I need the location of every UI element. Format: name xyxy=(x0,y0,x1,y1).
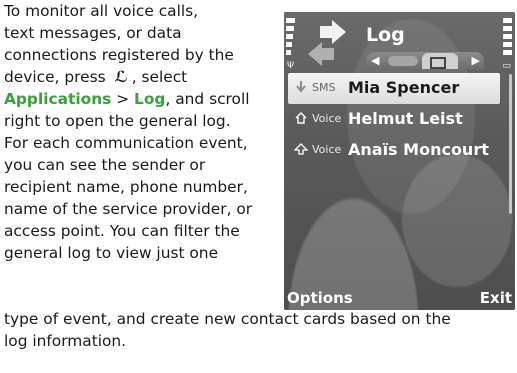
battery-glyph-icon: ▭ xyxy=(502,61,511,71)
manual-line-9: recipient name, phone number, xyxy=(4,178,248,196)
manual-line-1: To monitor all voice calls, xyxy=(4,2,199,20)
menu-key-icon: ℒ xyxy=(114,68,128,86)
softkey-bar: Options Exit xyxy=(284,286,515,310)
outgoing-call-icon xyxy=(294,143,308,155)
log-app-icon xyxy=(308,20,346,66)
path-separator: > xyxy=(111,90,135,108)
exit-softkey[interactable]: Exit xyxy=(480,289,512,307)
options-softkey[interactable]: Options xyxy=(287,289,353,307)
antenna-icon: Ψ xyxy=(287,61,295,71)
log-link: Log xyxy=(134,90,166,108)
manual-line-5-post: , and scroll xyxy=(165,90,250,108)
log-row-name: Mia Spencer xyxy=(348,78,460,97)
tab-right-arrow-icon[interactable]: ▶ xyxy=(472,54,480,67)
manual-line-13: type of event, and create new contact ca… xyxy=(4,310,451,328)
log-row-type: SMS xyxy=(312,81,336,94)
manual-line-7: For each communication event, xyxy=(4,134,248,152)
manual-line-5: Applications > Log, and scroll xyxy=(4,88,250,110)
manual-line-10: name of the service provider, or xyxy=(4,200,253,218)
incoming-call-icon xyxy=(295,112,307,124)
log-row[interactable]: Voice Anaïs Moncourt xyxy=(288,135,500,166)
log-row-type: Voice xyxy=(312,143,342,156)
phone-screen: Ψ ▭ Log ◀ ▶ SMS Mia Spencer Voice Helmut… xyxy=(284,12,515,310)
manual-line-2: text messages, or data xyxy=(4,24,182,42)
manual-line-11: access point. You can filter the xyxy=(4,222,240,240)
tab-recent-calls-icon[interactable] xyxy=(388,56,418,66)
manual-line-12: general log to view just one xyxy=(4,244,219,262)
log-row-name: Helmut Leist xyxy=(348,109,463,128)
manual-line-6: right to open the general log. xyxy=(4,112,231,130)
manual-line-4-post: , select xyxy=(131,68,188,86)
log-row-name: Anaïs Moncourt xyxy=(348,140,489,159)
log-row[interactable]: SMS Mia Spencer xyxy=(288,73,500,104)
log-row-type: Voice xyxy=(312,112,342,125)
log-row[interactable]: Voice Helmut Leist xyxy=(288,104,500,135)
manual-line-14: log information. xyxy=(4,332,127,350)
signal-strength-icon xyxy=(286,18,295,62)
manual-line-8: you can see the sender or xyxy=(4,156,206,174)
manual-line-3: connections registered by the xyxy=(4,46,234,64)
sms-icon xyxy=(296,81,306,93)
tab-general-log-icon[interactable] xyxy=(422,53,458,69)
manual-line-4-pre: device, press xyxy=(4,68,106,86)
log-list: SMS Mia Spencer Voice Helmut Leist Voice… xyxy=(288,73,500,166)
manual-line-4: device, press ℒ, select xyxy=(4,66,187,88)
screen-title: Log xyxy=(366,24,405,46)
applications-link: Applications xyxy=(4,90,112,108)
tab-bar[interactable]: ◀ ▶ xyxy=(366,52,484,70)
battery-icon xyxy=(503,18,512,62)
tab-left-arrow-icon[interactable]: ◀ xyxy=(371,54,379,67)
scrollbar[interactable] xyxy=(509,74,512,214)
